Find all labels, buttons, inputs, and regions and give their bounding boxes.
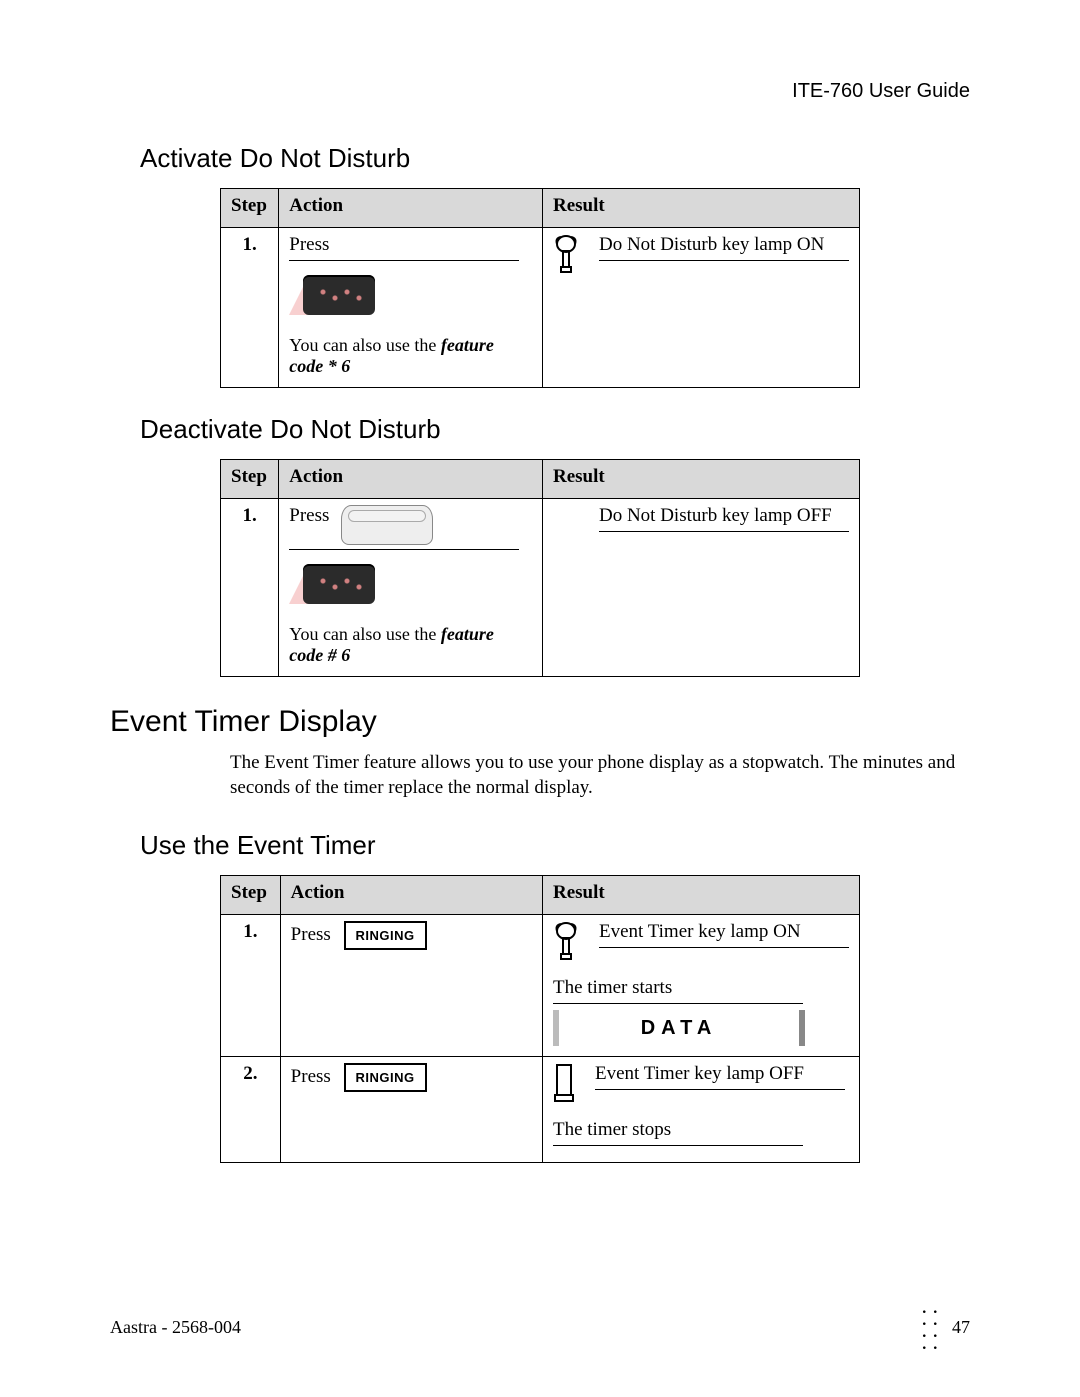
table-row: 1. Press You can also use the feature co… [221, 499, 860, 677]
table-row: 1. Press You can also use the feature co… [221, 228, 860, 388]
action-cell: Press You can also use the feature code … [279, 228, 543, 388]
step-number: 1. [221, 499, 279, 677]
col-action: Action [280, 876, 542, 915]
page: ITE-760 User Guide Activate Do Not Distu… [0, 0, 1080, 1397]
col-action: Action [279, 460, 543, 499]
dnd-key-icon [289, 275, 375, 315]
ringing-button-icon: RINGING [344, 1063, 427, 1092]
divider [595, 1089, 845, 1090]
lamp-on-icon [553, 234, 579, 280]
page-number: 47 [952, 1317, 970, 1338]
footer-left: Aastra - 2568-004 [110, 1317, 241, 1338]
result-text: Do Not Disturb key lamp OFF [599, 505, 849, 527]
step-number: 1. [221, 228, 279, 388]
table-header-row: Step Action Result [221, 876, 860, 915]
table-activate-dnd: Step Action Result 1. Press You can also… [220, 188, 860, 388]
table-header-row: Step Action Result [221, 460, 860, 499]
table-header-row: Step Action Result [221, 189, 860, 228]
result-cell: Event Timer key lamp ON The timer starts… [542, 915, 859, 1057]
feature-code-note: You can also use the feature code # 6 [289, 624, 532, 666]
footer-dots-icon: . .. .. .. . [922, 1303, 939, 1351]
result-text: Do Not Disturb key lamp ON [599, 234, 849, 256]
result-cell: Event Timer key lamp OFF The timer stops [542, 1057, 859, 1163]
result-lamp-text: Event Timer key lamp ON [599, 921, 849, 943]
table-use-event-timer: Step Action Result 1. Press RINGING [220, 875, 860, 1163]
step-number: 2. [221, 1057, 281, 1163]
phone-icon [341, 505, 433, 545]
action-cell: Press You can also use the feature code … [279, 499, 543, 677]
divider [553, 1003, 803, 1004]
divider [599, 260, 849, 261]
action-cell: Press RINGING [280, 1057, 542, 1163]
col-result: Result [542, 876, 859, 915]
step-number: 1. [221, 915, 281, 1057]
result-cell: Do Not Disturb key lamp OFF [542, 499, 859, 677]
col-step: Step [221, 876, 281, 915]
col-step: Step [221, 460, 279, 499]
ringing-button-icon: RINGING [344, 921, 427, 950]
divider [599, 947, 849, 948]
lamp-on-icon [553, 921, 579, 967]
heading-activate-dnd: Activate Do Not Disturb [140, 143, 970, 174]
result-cell: Do Not Disturb key lamp ON [542, 228, 859, 388]
divider [289, 549, 519, 550]
col-step: Step [221, 189, 279, 228]
col-result: Result [542, 189, 859, 228]
table-row: 2. Press RINGING Event Timer key lamp OF… [221, 1057, 860, 1163]
heading-deactivate-dnd: Deactivate Do Not Disturb [140, 414, 970, 445]
page-footer: Aastra - 2568-004 . .. .. .. . 47 [110, 1303, 970, 1351]
feature-code-note: You can also use the feature code * 6 [289, 335, 532, 377]
col-action: Action [279, 189, 543, 228]
press-label: Press [291, 1066, 331, 1087]
press-label: Press [289, 505, 329, 527]
lamp-off-icon [553, 1063, 575, 1109]
heading-event-timer: Event Timer Display [110, 705, 970, 739]
divider [599, 531, 849, 532]
result-text: The timer stops [553, 1119, 849, 1141]
doc-header: ITE-760 User Guide [140, 80, 970, 103]
lcd-display-icon: DATA [553, 1010, 805, 1046]
press-label: Press [289, 234, 532, 256]
divider [289, 260, 519, 261]
note-pre: You can also use the [289, 335, 441, 355]
table-deactivate-dnd: Step Action Result 1. Press You can also… [220, 459, 860, 677]
heading-use-event-timer: Use the Event Timer [140, 830, 970, 861]
note-pre: You can also use the [289, 624, 441, 644]
press-label: Press [291, 924, 331, 945]
divider [553, 1145, 803, 1146]
dnd-key-icon [289, 564, 375, 604]
result-lamp-text: Event Timer key lamp OFF [595, 1063, 849, 1085]
action-cell: Press RINGING [280, 915, 542, 1057]
col-result: Result [542, 460, 859, 499]
table-row: 1. Press RINGING Event [221, 915, 860, 1057]
event-timer-description: The Event Timer feature allows you to us… [230, 751, 970, 800]
result-text: The timer starts [553, 977, 849, 999]
